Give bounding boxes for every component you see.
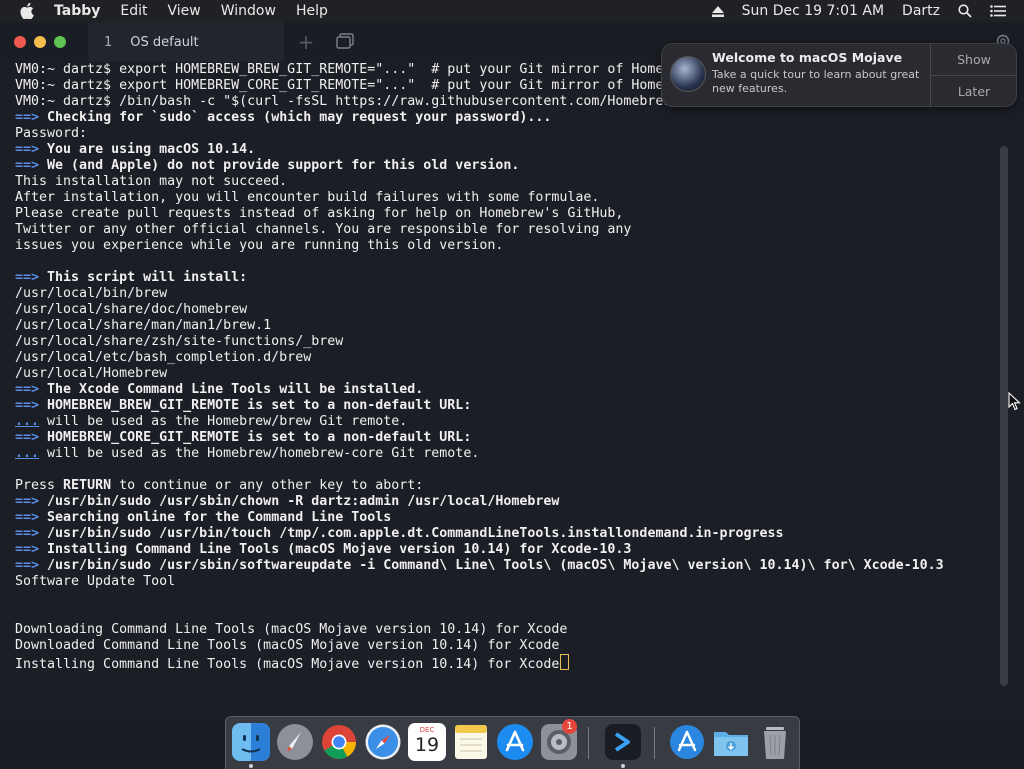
tab-os-default[interactable]: 1 OS default: [88, 22, 284, 62]
terminal-line: /usr/local/share/doc/homebrew: [15, 302, 248, 317]
menu-bar: Tabby Edit View Window Help Sun Dec 19 7…: [0, 0, 1024, 22]
terminal-line: ==> Checking for `sudo` access (which ma…: [15, 110, 552, 125]
finder-running-indicator: [249, 764, 253, 768]
maximize-window-button[interactable]: [54, 36, 66, 48]
launchpad-icon[interactable]: [276, 723, 314, 761]
menu-view[interactable]: View: [168, 3, 201, 19]
terminal-line: ==> Installing Command Line Tools (macOS…: [15, 542, 632, 557]
terminal-line: issues you experience while you are runn…: [15, 238, 504, 253]
menu-user[interactable]: Dartz: [902, 3, 940, 19]
terminal-line: ==> /usr/bin/sudo /usr/sbin/softwareupda…: [15, 558, 944, 573]
notification-body: Take a quick tour to learn about great n…: [712, 68, 920, 95]
profiles-icon[interactable]: [336, 33, 354, 49]
terminal-line: ==> We (and Apple) do not provide suppor…: [15, 158, 520, 173]
tabby-icon[interactable]: [604, 723, 642, 761]
eject-icon[interactable]: [711, 5, 724, 17]
tab-title: OS default: [130, 34, 199, 50]
menu-edit[interactable]: Edit: [120, 3, 147, 19]
terminal-line: /usr/local/Homebrew: [15, 366, 168, 381]
terminal-line: ==> /usr/bin/sudo /usr/sbin/chown -R dar…: [15, 494, 560, 509]
menu-window[interactable]: Window: [221, 3, 276, 19]
terminal-line: Press RETURN to continue or any other ke…: [15, 478, 424, 493]
mojave-logo-icon: [670, 56, 706, 92]
tab-number: 1: [104, 34, 113, 50]
calendar-month: DEC: [419, 726, 435, 734]
terminal-line: Software Update Tool: [15, 574, 176, 589]
trash-icon[interactable]: [756, 723, 794, 761]
terminal-line: This installation may not succeed.: [15, 174, 288, 189]
terminal-line: Downloaded Command Line Tools (macOS Moj…: [15, 638, 560, 653]
dock: DEC 19: [225, 716, 800, 769]
dock-divider: [654, 727, 655, 759]
tabby-window: 1 OS default + VM0:~ dartz$ export HOMEB…: [0, 22, 1024, 714]
finder-icon[interactable]: [232, 723, 270, 761]
downloads-folder-icon[interactable]: [712, 723, 750, 761]
terminal-line: /usr/local/share/zsh/site-functions/_bre…: [15, 334, 344, 349]
calendar-icon[interactable]: DEC 19: [408, 723, 446, 761]
terminal-line: /usr/local/etc/bash_completion.d/brew: [15, 350, 312, 365]
menu-app-name[interactable]: Tabby: [54, 3, 100, 19]
mouse-pointer-icon: [1008, 391, 1022, 412]
terminal-line: ==> Searching online for the Command Lin…: [15, 510, 392, 525]
app-store-icon[interactable]: [496, 723, 534, 761]
terminal-output[interactable]: VM0:~ dartz$ export HOMEBREW_BREW_GIT_RE…: [0, 62, 1000, 714]
terminal-line: ==> You are using macOS 10.14.: [15, 142, 256, 157]
window-controls: [14, 36, 74, 48]
tabby-running-indicator: [621, 764, 625, 768]
terminal-line: ... will be used as the Homebrew/brew Gi…: [15, 414, 408, 429]
safari-icon[interactable]: [364, 723, 402, 761]
chrome-icon[interactable]: [320, 723, 358, 761]
menu-datetime[interactable]: Sun Dec 19 7:01 AM: [742, 3, 884, 19]
terminal-line: /usr/local/share/man/man1/brew.1: [15, 318, 272, 333]
terminal-line: ==> This script will install:: [15, 270, 248, 285]
terminal-line: /usr/local/bin/brew: [15, 286, 168, 301]
minimize-window-button[interactable]: [34, 36, 46, 48]
terminal-cursor: [560, 654, 570, 670]
terminal-line: Twitter or any other official channels. …: [15, 222, 632, 237]
apple-menu-icon[interactable]: [18, 2, 36, 20]
applications-folder-icon[interactable]: [668, 723, 706, 761]
terminal-line: Password:: [15, 126, 88, 141]
system-preferences-badge: 1: [562, 719, 577, 734]
terminal-scrollbar[interactable]: [1000, 146, 1008, 686]
notification-title: Welcome to macOS Mojave: [712, 50, 903, 65]
terminal-line: Installing Command Line Tools (macOS Moj…: [15, 654, 1000, 672]
terminal-line: ... will be used as the Homebrew/homebre…: [15, 446, 480, 461]
terminal-line: ==> HOMEBREW_CORE_GIT_REMOTE is set to a…: [15, 430, 472, 445]
notification-show-button[interactable]: Show: [931, 44, 1016, 76]
menu-help[interactable]: Help: [296, 3, 328, 19]
dock-divider: [588, 727, 589, 759]
terminal-line: ==> HOMEBREW_BREW_GIT_REMOTE is set to a…: [15, 398, 472, 413]
terminal-line: ==> /usr/bin/sudo /usr/bin/touch /tmp/.c…: [15, 526, 784, 541]
notification-actions: Show Later: [930, 44, 1016, 106]
calendar-day: 19: [414, 734, 440, 756]
notification-later-button[interactable]: Later: [931, 76, 1016, 106]
mojave-notification[interactable]: Welcome to macOS Mojave Take a quick tou…: [661, 43, 1017, 107]
notes-icon[interactable]: [452, 723, 490, 761]
terminal-line: Please create pull requests instead of a…: [15, 206, 624, 221]
notification-center-icon[interactable]: [990, 5, 1006, 17]
close-window-button[interactable]: [14, 36, 26, 48]
terminal-line: Downloading Command Line Tools (macOS Mo…: [15, 622, 568, 637]
new-tab-button[interactable]: +: [296, 32, 316, 52]
spotlight-search-icon[interactable]: [958, 4, 972, 18]
terminal-line: ==> The Xcode Command Line Tools will be…: [15, 382, 424, 397]
terminal-line: After installation, you will encounter b…: [15, 190, 600, 205]
